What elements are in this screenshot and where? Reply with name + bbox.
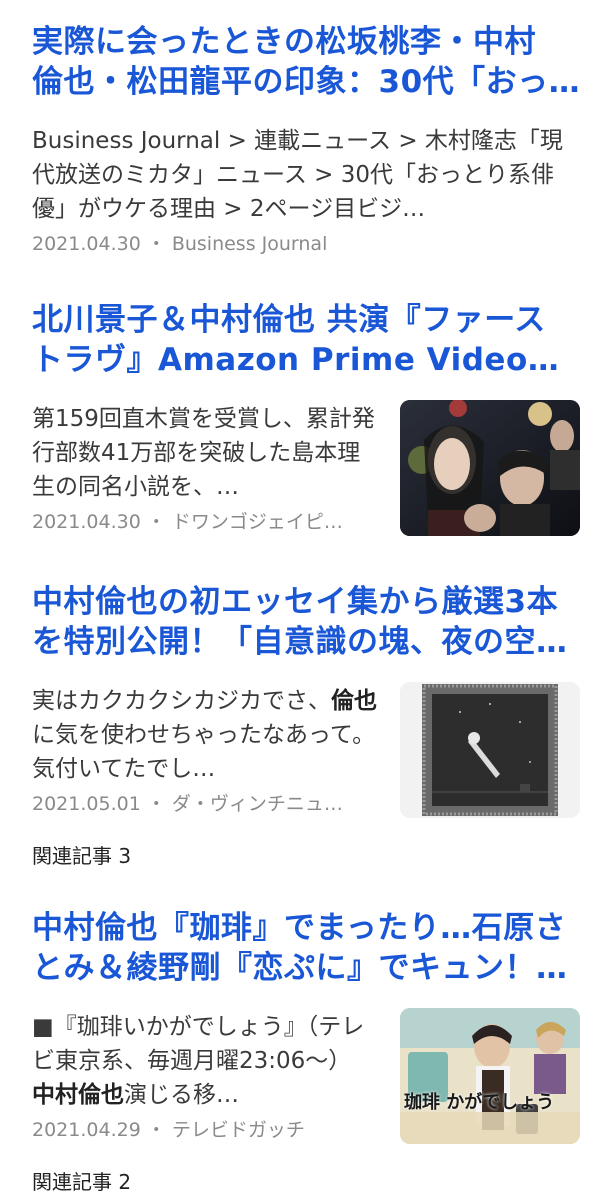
snippet-highlight: 倫也 [331, 688, 377, 714]
article-date: 2021.04.30 [32, 233, 141, 255]
article-thumbnail[interactable] [400, 682, 580, 818]
article-date: 2021.04.29 [32, 1119, 141, 1141]
framed-night-sky-image [422, 684, 558, 816]
article-meta: 2021.04.30 ・ドワンゴジェイピ… [32, 508, 377, 536]
article-meta: 2021.04.30 ・ Business Journal [32, 230, 580, 258]
article-title[interactable]: 中村倫也の初エッセイ集から厳選3本 [32, 582, 580, 622]
snippet-text: 実はカクカクシカジカでさ、 [32, 688, 331, 714]
article-source: ドワンゴジェイピ… [171, 511, 343, 533]
article-snippet: Business Journal > 連載ニュース > 木村隆志「現代放送のミカ… [32, 128, 563, 222]
snippet-text-rest: 演じる移… [124, 1082, 239, 1108]
snippet-text-rest: に気を使わせちゃったなあって。気付いてたでし… [32, 722, 376, 782]
drama-scene-image [400, 1008, 580, 1144]
movie-poster-image [400, 400, 580, 536]
meta-separator: ・ [146, 511, 166, 533]
article-meta: 2021.05.01 ・ダ・ヴィンチニュ… [32, 790, 377, 818]
article-3[interactable]: 中村倫也の初エッセイ集から厳選3本 を特別公開！「自意識の塊、夜の空… 実はカク… [32, 582, 580, 818]
article-title-line2[interactable]: 倫也・松田龍平の印象：30代「おっ… [32, 62, 580, 102]
related-articles-link[interactable]: 関連記事 3 [32, 840, 131, 869]
article-source: ダ・ヴィンチニュ… [171, 793, 343, 815]
snippet-text: ■『珈琲いかがでしょう』（テレビ東京系、毎週月曜23:06～） [32, 1014, 365, 1074]
article-source: Business Journal [171, 233, 328, 255]
article-title-line2[interactable]: とみ＆綾野剛『恋ぷに』でキュン！… [32, 948, 580, 988]
article-title[interactable]: 北川景子＆中村倫也 共演『ファース [32, 300, 580, 340]
meta-separator: ・ [146, 233, 166, 255]
meta-separator: ・ [146, 1119, 166, 1141]
article-title[interactable]: 実際に会ったときの松坂桃李・中村 [32, 22, 580, 62]
article-snippet: ■『珈琲いかがでしょう』（テレビ東京系、毎週月曜23:06～） 中村倫也演じる移… [32, 1010, 377, 1112]
article-snippet: 第159回直木賞を受賞し、累計発行部数41万部を突破した島本理生の同名小説を、… [32, 406, 375, 500]
article-2[interactable]: 北川景子＆中村倫也 共演『ファース トラヴ』Amazon Prime Video… [32, 300, 580, 536]
article-date: 2021.04.30 [32, 511, 141, 533]
article-date: 2021.05.01 [32, 793, 141, 815]
snippet-highlight: 中村倫也 [32, 1082, 124, 1108]
article-meta: 2021.04.29 ・テレビドガッチ [32, 1116, 377, 1144]
thumbnail-title-text: 珈琲 かがでしょう [404, 1092, 555, 1113]
article-4[interactable]: 中村倫也『珈琲』でまったり…石原さ とみ＆綾野剛『恋ぷに』でキュン！… ■『珈琲… [32, 908, 580, 1144]
article-thumbnail[interactable] [400, 400, 580, 536]
article-thumbnail[interactable]: 珈琲 かがでしょう [400, 1008, 580, 1144]
article-title[interactable]: 中村倫也『珈琲』でまったり…石原さ [32, 908, 580, 948]
article-source: テレビドガッチ [171, 1119, 305, 1141]
related-articles-link[interactable]: 関連記事 2 [32, 1166, 131, 1195]
news-feed: 実際に会ったときの松坂桃李・中村 倫也・松田龍平の印象：30代「おっ… Busi… [0, 0, 610, 1200]
article-title-line2[interactable]: トラヴ』Amazon Prime Videoで先… [32, 340, 580, 380]
article-1[interactable]: 実際に会ったときの松坂桃李・中村 倫也・松田龍平の印象：30代「おっ… Busi… [32, 22, 580, 258]
article-snippet: 実はカクカクシカジカでさ、倫也に気を使わせちゃったなあって。気付いてたでし… [32, 684, 377, 786]
article-title-line2[interactable]: を特別公開！「自意識の塊、夜の空… [32, 622, 580, 662]
meta-separator: ・ [146, 793, 166, 815]
